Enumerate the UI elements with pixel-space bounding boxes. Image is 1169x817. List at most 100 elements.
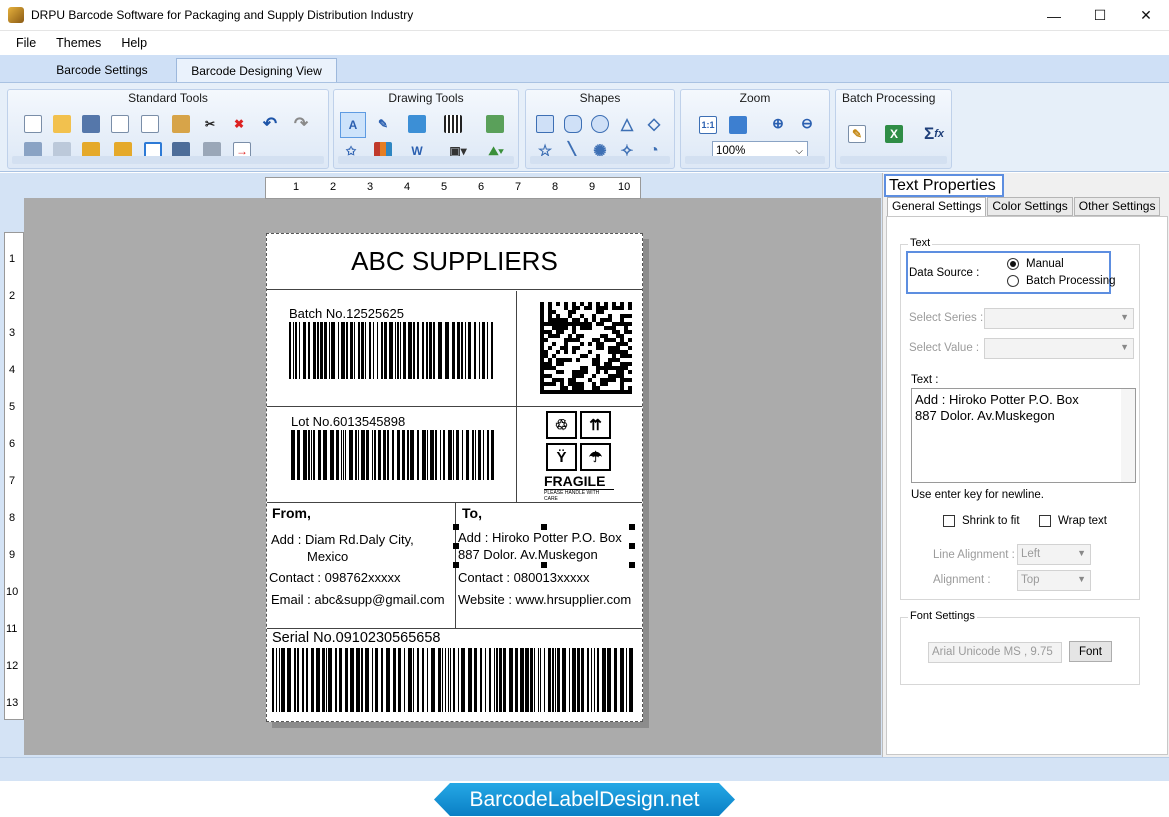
text-tool-icon[interactable]: A (340, 112, 366, 138)
zoom-out-icon[interactable]: ⊖ (796, 112, 818, 134)
save-as-icon[interactable] (109, 113, 131, 135)
batch-barcode[interactable] (289, 322, 494, 379)
menu-help[interactable]: Help (111, 36, 157, 50)
formula-icon[interactable]: Σfx (920, 123, 948, 145)
selection-handle[interactable] (541, 562, 547, 568)
manual-label[interactable]: Manual (1026, 258, 1064, 270)
to-address-line2[interactable]: 887 Dolor. Av.Muskegon (458, 547, 598, 562)
new-icon[interactable] (22, 113, 44, 135)
barcode-bar (350, 322, 353, 379)
wrap-text-checkbox[interactable] (1039, 515, 1051, 527)
selection-handle[interactable] (629, 543, 635, 549)
barcode-bar (339, 648, 342, 712)
selection-handle[interactable] (453, 543, 459, 549)
from-contact[interactable]: Contact : 098762xxxxx (269, 570, 401, 585)
menu-themes[interactable]: Themes (46, 36, 111, 50)
from-address-line2[interactable]: Mexico (307, 549, 348, 564)
diamond-icon[interactable]: ◇ (643, 113, 665, 135)
ruler-v-mark: 13 (6, 697, 19, 709)
tab-other-settings[interactable]: Other Settings (1073, 197, 1161, 216)
selection-handle[interactable] (629, 562, 635, 568)
tab-barcode-settings[interactable]: Barcode Settings (44, 58, 160, 82)
barcode-bar (349, 430, 353, 480)
selection-handle[interactable] (541, 524, 547, 530)
matrix-module (544, 338, 548, 342)
ruler-v-mark: 10 (6, 586, 19, 598)
shrink-to-fit-label[interactable]: Shrink to fit (962, 515, 1020, 527)
barcode-bar (602, 648, 606, 712)
to-address-line1[interactable]: Add : Hiroko Potter P.O. Box (458, 530, 622, 545)
to-contact[interactable]: Contact : 080013xxxxx (458, 570, 590, 585)
delete-icon[interactable]: ✖ (228, 113, 250, 135)
selection-handle[interactable] (453, 562, 459, 568)
copy-icon[interactable] (139, 113, 161, 135)
fit-to-window-icon[interactable] (727, 114, 749, 136)
batch-number[interactable]: Batch No.12525625 (289, 306, 404, 321)
tab-general-settings[interactable]: General Settings (887, 197, 987, 217)
barcode-bar (597, 648, 599, 712)
zoom-label: Zoom (739, 91, 771, 105)
barcode-bar (413, 322, 415, 379)
lot-number[interactable]: Lot No.6013545898 (291, 414, 405, 429)
select-series-dropdown[interactable]: ▼ (984, 308, 1134, 329)
open-icon[interactable] (51, 113, 73, 135)
rectangle-icon[interactable] (534, 113, 556, 135)
alignment-dropdown[interactable]: Top ▼ (1017, 570, 1091, 591)
to-website[interactable]: Website : www.hrsupplier.com (458, 592, 631, 607)
barcode-tool-icon[interactable] (442, 113, 464, 135)
selection-handle[interactable] (453, 524, 459, 530)
datamatrix-code[interactable] (540, 302, 632, 394)
zoom-in-icon[interactable]: ⊕ (767, 112, 789, 134)
manual-radio[interactable] (1007, 258, 1019, 270)
actual-size-icon[interactable]: 1:1 (697, 114, 719, 136)
matrix-module (596, 370, 600, 374)
close-button[interactable]: ✕ (1123, 0, 1169, 31)
to-heading[interactable]: To, (462, 505, 482, 521)
tab-color-settings[interactable]: Color Settings (987, 197, 1073, 216)
serial-barcode[interactable] (272, 648, 637, 712)
batch-processing-radio[interactable] (1007, 275, 1019, 287)
fragile-symbol[interactable]: ♲ ⇈ Ÿ ☂ FRAGILE PLEASE HANDLE WITH CARE (544, 409, 616, 502)
shrink-to-fit-checkbox[interactable] (943, 515, 955, 527)
ellipse-icon[interactable] (589, 113, 611, 135)
minimize-button[interactable]: — (1031, 0, 1077, 31)
undo-icon[interactable]: ↶ (259, 113, 281, 135)
menu-file[interactable]: File (6, 36, 46, 50)
text-content-input[interactable]: Add : Hiroko Potter P.O. Box 887 Dolor. … (911, 388, 1136, 483)
rounded-rectangle-icon[interactable] (562, 113, 584, 135)
paste-icon[interactable] (170, 113, 192, 135)
font-button[interactable]: Font (1069, 641, 1112, 662)
maximize-button[interactable]: ☐ (1077, 0, 1123, 31)
barcode-bar (482, 322, 485, 379)
batch-edit-icon[interactable]: ✎ (846, 123, 868, 145)
vertical-ruler: 1 2 3 4 5 6 7 8 9 10 11 12 13 (4, 232, 24, 720)
wrap-text-label[interactable]: Wrap text (1058, 515, 1107, 527)
lot-barcode[interactable] (291, 430, 495, 480)
barcode-bar (389, 322, 393, 379)
barcode-bar (369, 322, 371, 379)
serial-number[interactable]: Serial No.0910230565658 (272, 630, 441, 646)
select-value-dropdown[interactable]: ▼ (984, 338, 1134, 359)
tab-barcode-designing-view[interactable]: Barcode Designing View (176, 58, 337, 82)
from-address-line1[interactable]: Add : Diam Rd.Daly City, (271, 532, 414, 547)
barcode-bar (410, 430, 414, 480)
selection-handle[interactable] (629, 524, 635, 530)
cut-icon[interactable]: ✂ (199, 113, 221, 135)
save-icon[interactable] (80, 113, 102, 135)
from-email[interactable]: Email : abc&supp@gmail.com (271, 592, 445, 607)
picture-tool-icon[interactable] (406, 113, 428, 135)
matrix-module (572, 310, 576, 314)
from-heading[interactable]: From, (272, 505, 311, 521)
redo-icon[interactable]: ↷ (290, 113, 312, 135)
excel-import-icon[interactable]: X (883, 123, 905, 145)
barcode-bar (448, 430, 452, 480)
triangle-icon[interactable]: △ (616, 113, 638, 135)
pencil-tool-icon[interactable]: ✎ (372, 113, 394, 135)
textarea-scrollbar[interactable] (1121, 389, 1135, 482)
barcode-label[interactable]: ABC SUPPLIERS Batch No.12525625 Lot No.6… (266, 233, 643, 722)
batch-processing-label[interactable]: Batch Processing (1026, 275, 1116, 287)
ruler-v-mark: 3 (9, 327, 16, 339)
line-alignment-dropdown[interactable]: Left ▼ (1017, 544, 1091, 565)
label-title[interactable]: ABC SUPPLIERS (267, 234, 642, 290)
image-library-icon[interactable] (484, 113, 506, 135)
